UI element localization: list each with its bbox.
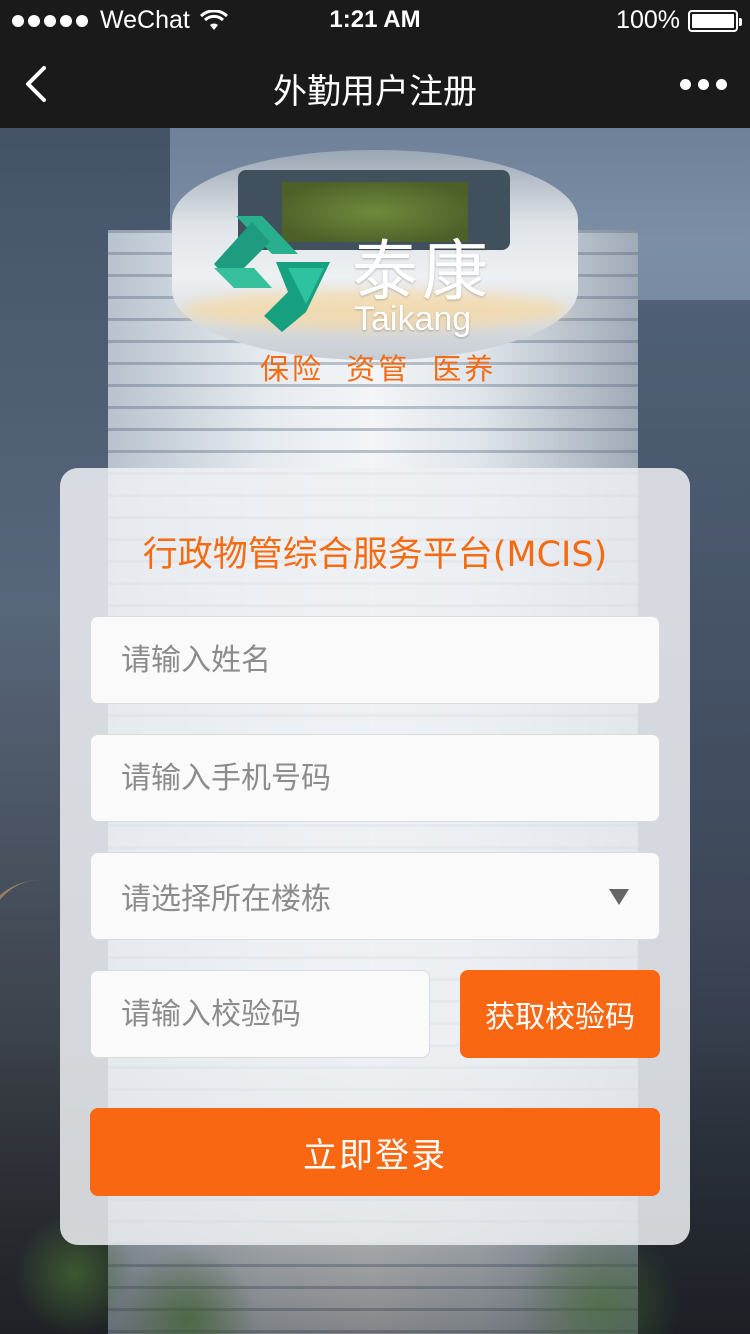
battery-icon xyxy=(688,9,742,32)
brand-slogan: 保险 资管 医养 xyxy=(260,352,497,386)
phone-field[interactable] xyxy=(90,734,660,822)
get-code-button[interactable]: 获取校验码 xyxy=(460,970,660,1058)
dropdown-caret-icon xyxy=(609,889,629,905)
battery-percent: 100% xyxy=(616,6,680,34)
page-title: 外勤用户注册 xyxy=(273,72,477,112)
phone-input[interactable] xyxy=(121,760,659,796)
code-field[interactable] xyxy=(90,970,430,1058)
login-button[interactable]: 立即登录 xyxy=(90,1108,660,1196)
register-card: 行政物管综合服务平台(MCIS) 请选择所在楼栋 获取校验码 立即登录 xyxy=(60,468,690,1245)
name-field[interactable] xyxy=(90,616,660,704)
brand-name-en: Taikang xyxy=(354,300,472,338)
status-right: 100% xyxy=(616,6,742,35)
more-icon[interactable] xyxy=(680,72,728,96)
status-bar: WeChat 1:21 AM 100% xyxy=(0,0,750,40)
building-select-placeholder: 请选择所在楼栋 xyxy=(121,882,331,917)
platform-title: 行政物管综合服务平台(MCIS) xyxy=(142,535,608,575)
taikang-logo-icon xyxy=(214,216,330,332)
nav-bar: 外勤用户注册 xyxy=(0,40,750,128)
building-select[interactable]: 请选择所在楼栋 xyxy=(90,852,660,940)
name-input[interactable] xyxy=(121,642,659,678)
code-input[interactable] xyxy=(121,996,429,1032)
